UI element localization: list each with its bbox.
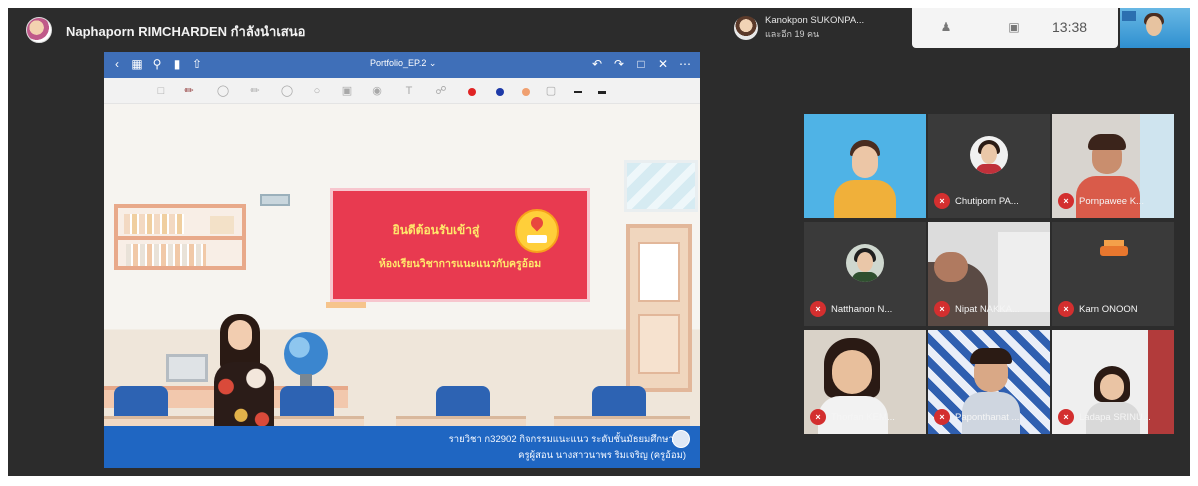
mic-off-icon: ×	[934, 409, 950, 425]
status-panel: ♟ ▣ 13:38	[912, 8, 1118, 48]
thick-stroke-swatch[interactable]	[598, 91, 606, 94]
text-tool-icon[interactable]: T	[402, 84, 416, 98]
participant-count[interactable]: และอีก 19 คน	[765, 27, 819, 41]
participant-tile[interactable]: × Paponthanat ...	[928, 330, 1050, 434]
participant-tile[interactable]: × Thorfan KEM...	[804, 330, 926, 434]
color-orange-swatch[interactable]	[522, 88, 530, 96]
presenter-name: Naphaporn RIMCHARDEN กำลังนำเสนอ	[66, 24, 306, 39]
participant-tile[interactable]: × Pornpawee K...	[1052, 114, 1174, 218]
self-view-badge	[1122, 11, 1136, 21]
self-view-video[interactable]	[1120, 8, 1190, 48]
people-icon[interactable]: ♟	[938, 20, 954, 34]
lasso-tool-icon[interactable]: ◯	[280, 84, 294, 98]
course-caption: รายวิชา ก32902 กิจกรรมแนะแนว ระดับชั้นมั…	[448, 434, 686, 445]
participant-name: Thorfan KEM...	[831, 411, 895, 423]
mic-off-icon: ×	[934, 301, 950, 317]
host-name[interactable]: Kanokpon SUKONPA...	[765, 15, 864, 26]
self-view-face	[1146, 16, 1162, 36]
grid-icon[interactable]: ▦	[130, 57, 144, 71]
participant-avatar	[970, 136, 1008, 174]
teacher-face	[228, 320, 252, 350]
image-tool-icon[interactable]: ▣	[340, 84, 354, 98]
meeting-window: Naphaporn RIMCHARDEN กำลังนำเสนอ Kanokpo…	[8, 8, 1190, 476]
participant-name: Nipat NAKKA...	[955, 303, 1020, 315]
page-icon[interactable]: □	[634, 57, 648, 71]
clock-time: 13:38	[1052, 19, 1088, 35]
banner-title: ยินดีต้อนรับเข้าสู่	[392, 223, 480, 237]
top-bar: Naphaporn RIMCHARDEN กำลังนำเสนอ Kanokpo…	[8, 8, 1190, 50]
mic-off-icon: ×	[1058, 409, 1074, 425]
camera-tool-icon[interactable]: ◉	[370, 84, 384, 98]
highlighter-tool-icon[interactable]: ✏	[248, 84, 262, 98]
mic-off-icon: ×	[1058, 301, 1074, 317]
computer-illustration	[166, 354, 208, 382]
welcome-banner: ยินดีต้อนรับเข้าสู่ ห้องเรียนวิชาการแนะแ…	[330, 188, 590, 302]
select-tool-icon[interactable]: □	[154, 84, 168, 98]
shape-tool-icon[interactable]: ○	[310, 84, 324, 98]
globe-stand	[300, 374, 312, 386]
participant-name: Chutiporn PA...	[955, 195, 1019, 207]
undo-icon[interactable]: ↶	[590, 57, 604, 71]
color-red-swatch[interactable]	[468, 88, 476, 96]
participant-name: Ladapa SRINU...	[1079, 411, 1151, 423]
document-title[interactable]: Portfolio_EP.2 ⌄	[370, 58, 436, 69]
participant-tile[interactable]: × Ladapa SRINU...	[1052, 330, 1174, 434]
mic-off-icon: ×	[1058, 193, 1074, 209]
mic-off-icon: ×	[810, 409, 826, 425]
drawing-toolbar: □ ✏ ◯ ✏ ◯ ○ ▣ ◉ T ☍ ▢	[104, 78, 700, 104]
host-avatar[interactable]	[734, 16, 758, 40]
school-logo-icon	[515, 209, 559, 253]
participant-tile[interactable]	[804, 114, 926, 218]
participant-name: Karn ONOON	[1079, 303, 1138, 315]
shared-screen[interactable]: ‹ ▦ ⚲ ▮ ⇧ Portfolio_EP.2 ⌄ ↶ ↷ □ ✕ ⋯ □ ✏…	[104, 52, 700, 468]
presenter-avatar	[26, 17, 52, 43]
participant-tile[interactable]: × Natthanon N...	[804, 222, 926, 326]
participant-grid: × Chutiporn PA... × Pornpawee K... × Nattha…	[804, 114, 1174, 434]
banner-subtitle: ห้องเรียนวิชาการแนะแนวกับครูอ้อม	[378, 258, 542, 270]
back-icon[interactable]: ‹	[110, 57, 124, 71]
teacher-caption: ครูผู้สอน นางสาวนาพร ริมเจริญ (ครูอ้อม)	[518, 450, 686, 461]
chat-icon[interactable]: ▣	[1006, 20, 1022, 34]
more-icon[interactable]: ⋯	[678, 57, 692, 71]
color-blue-swatch[interactable]	[496, 88, 504, 96]
participant-tile[interactable]: × Nipat NAKKA...	[928, 222, 1050, 326]
thin-stroke-swatch[interactable]	[574, 91, 582, 93]
banner-tag	[326, 302, 366, 308]
participant-name: Pornpawee K...	[1079, 195, 1144, 207]
wall-plaque	[260, 194, 290, 206]
redo-icon[interactable]: ↷	[612, 57, 626, 71]
bookmark-icon[interactable]: ▮	[170, 57, 184, 71]
pen-tool-icon[interactable]: ✏	[182, 84, 196, 98]
window-illustration	[624, 160, 698, 212]
mic-off-icon: ×	[934, 193, 950, 209]
bookshelf-illustration	[114, 204, 246, 270]
close-icon[interactable]: ✕	[656, 57, 670, 71]
participant-name: Natthanon N...	[831, 303, 893, 315]
school-seal-icon	[672, 430, 690, 448]
notes-app-bar: ‹ ▦ ⚲ ▮ ⇧ Portfolio_EP.2 ⌄ ↶ ↷ □ ✕ ⋯	[104, 52, 700, 78]
participant-tile[interactable]: × Chutiporn PA...	[928, 114, 1050, 218]
eraser-size-icon[interactable]: ▢	[544, 84, 558, 98]
door-illustration	[626, 224, 692, 392]
participant-tile[interactable]: × Karn ONOON	[1052, 222, 1174, 326]
slide-caption-bar: รายวิชา ก32902 กิจกรรมแนะแนว ระดับชั้นมั…	[104, 426, 700, 468]
share-icon[interactable]: ⇧	[190, 57, 204, 71]
participant-logo-icon	[1100, 246, 1128, 256]
participant-avatar	[846, 244, 884, 282]
participant-name: Paponthanat ...	[955, 411, 1020, 423]
mic-off-icon: ×	[810, 301, 826, 317]
search-icon[interactable]: ⚲	[150, 57, 164, 71]
link-tool-icon[interactable]: ☍	[434, 84, 448, 98]
globe-icon	[284, 332, 328, 376]
eraser-tool-icon[interactable]: ◯	[216, 84, 230, 98]
classroom-slide: ยินดีต้อนรับเข้าสู่ ห้องเรียนวิชาการแนะแ…	[104, 104, 700, 468]
